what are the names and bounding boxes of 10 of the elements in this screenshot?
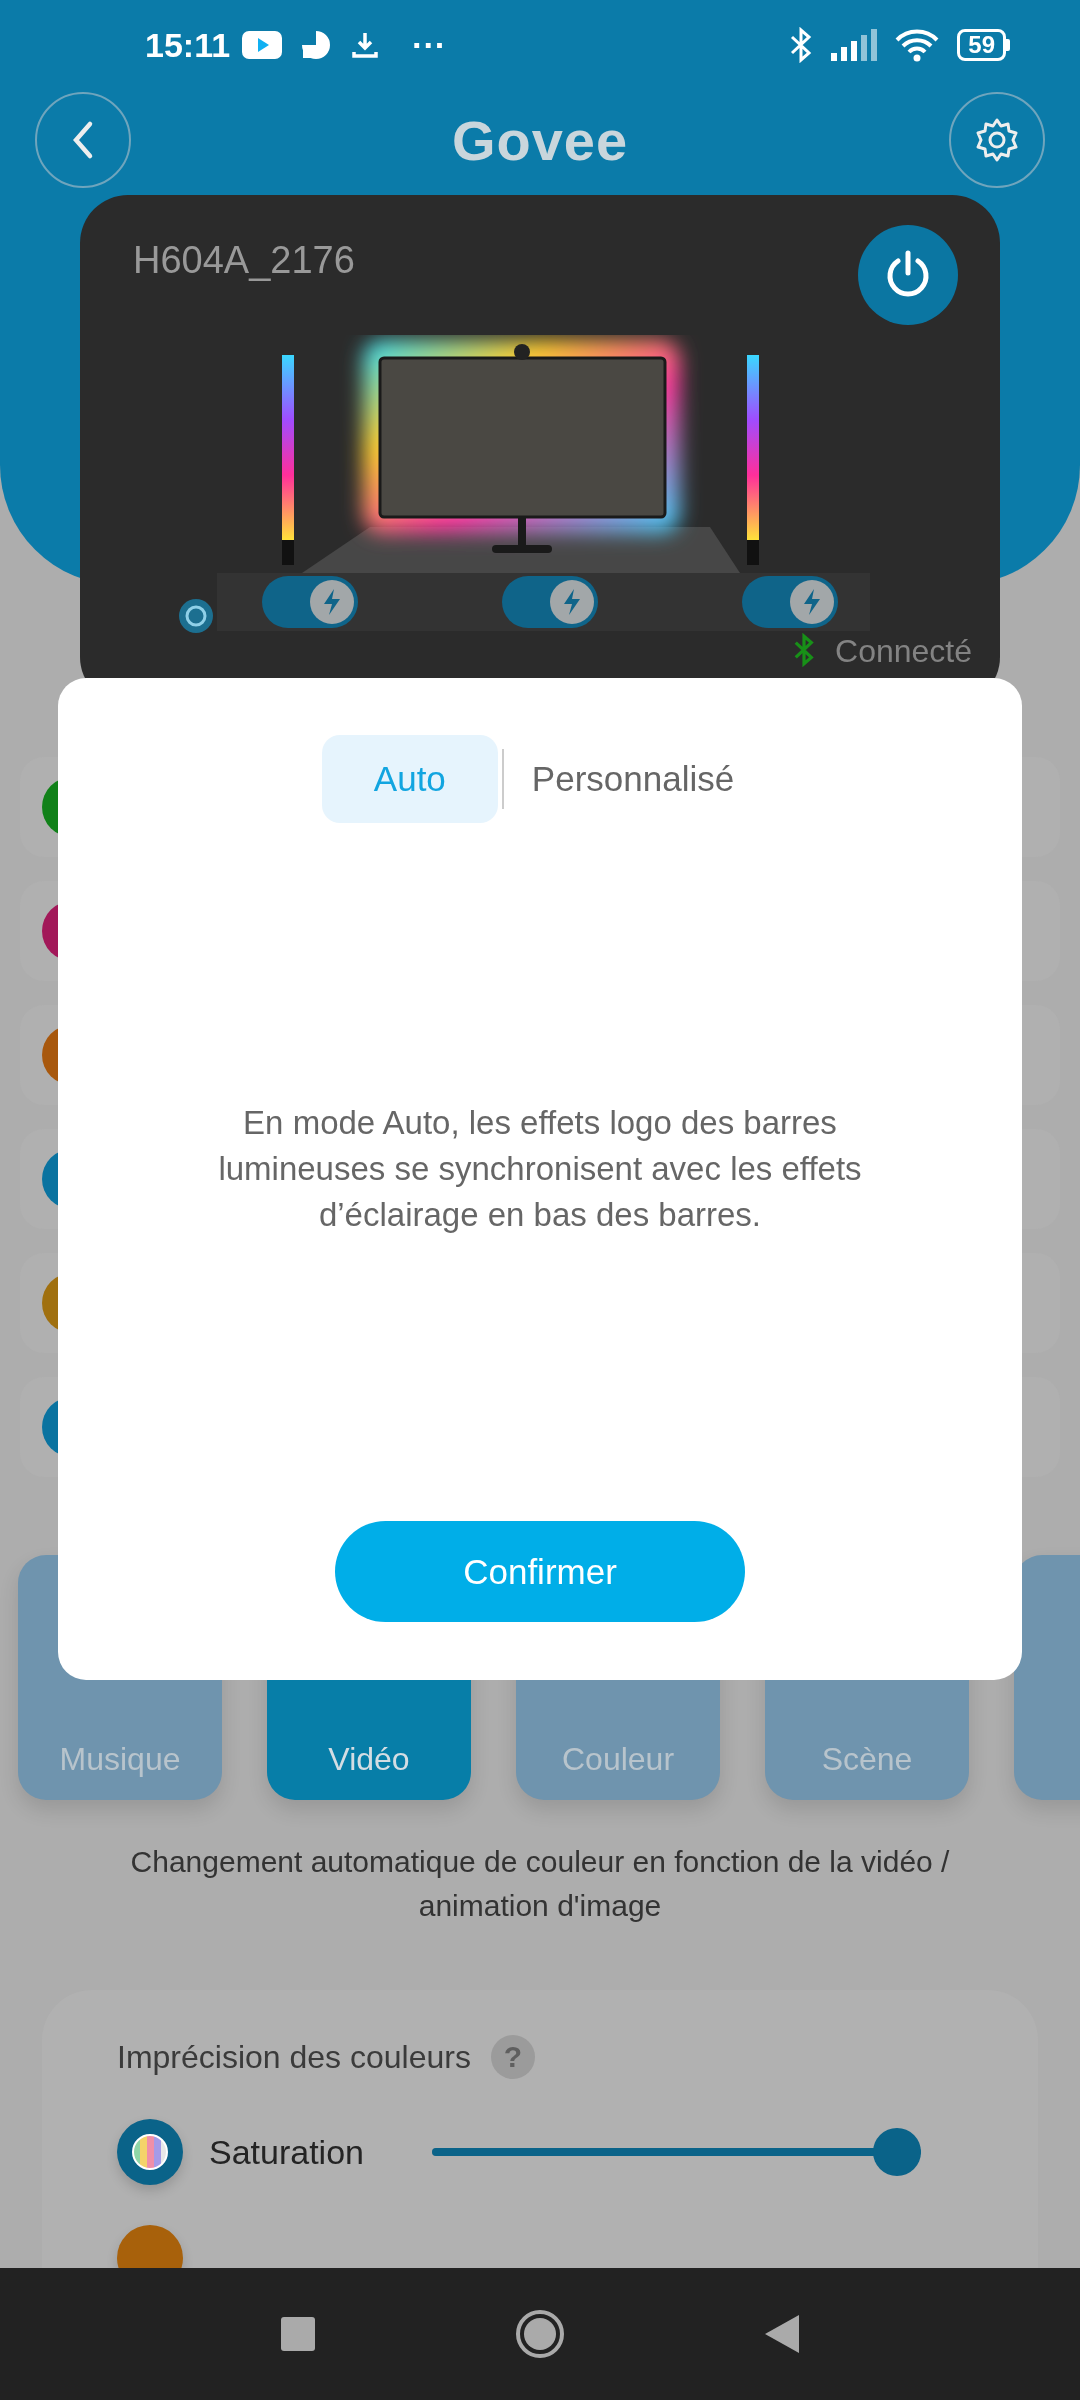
more-notifications: ··· <box>412 25 447 65</box>
app-logo: Govee <box>451 107 629 173</box>
connection-status: Connecté <box>835 633 972 669</box>
slider-label: Saturation <box>209 2132 365 2172</box>
settings-title: Imprécision des couleurs <box>117 2038 471 2076</box>
device-name: H604A_2176 <box>133 239 355 282</box>
battery-indicator: 59 <box>957 29 1010 61</box>
dialog-message: En mode Auto, les effets logo des barres lumineuses se synchronisent avec les effets d’éclairage en bas des barres. <box>217 1103 863 1235</box>
status-time: 15:11 <box>145 25 231 65</box>
mode-description: Changement automatique de couleur en fonction de la vidéo / animation d'image <box>129 1844 951 1924</box>
